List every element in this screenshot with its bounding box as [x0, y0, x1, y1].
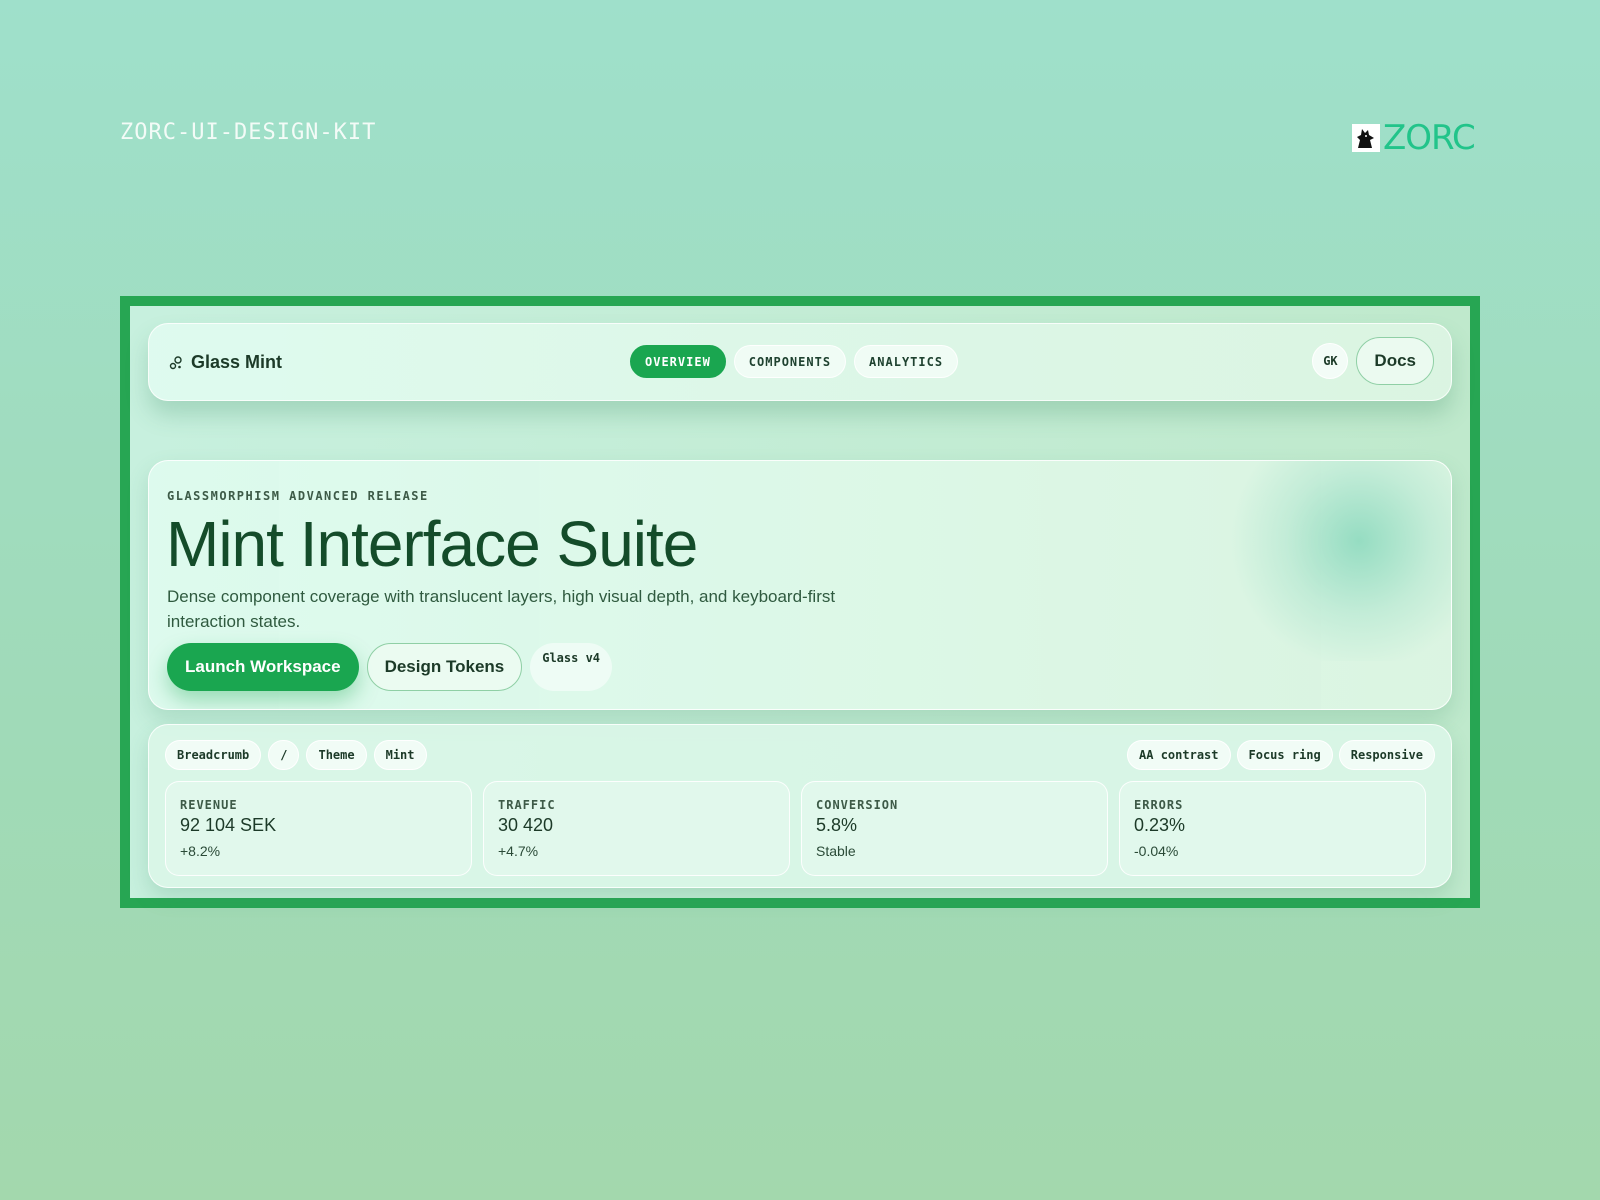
version-chip: Glass v4 — [530, 643, 613, 691]
kit-label: ZORC-UI-DESIGN-KIT — [120, 120, 377, 145]
preview-frame: Glass Mint OVERVIEW COMPONENTS ANALYTICS… — [120, 296, 1480, 908]
design-tokens-button[interactable]: Design Tokens — [366, 643, 523, 691]
stat-delta: +8.2% — [180, 843, 221, 859]
nav-actions: GK Docs — [1312, 337, 1434, 385]
stat-card-revenue: REVENUE 92 104 SEK +8.2% — [165, 781, 472, 876]
tab-analytics[interactable]: ANALYTICS — [854, 345, 959, 378]
badge-responsive: Responsive — [1338, 740, 1435, 770]
stat-label: ERRORS — [1134, 798, 1184, 812]
feature-badges: AA contrast Focus ring Responsive — [1127, 740, 1435, 770]
stat-delta: -0.04% — [1134, 843, 1179, 859]
hero-card: GLASSMORPHISM ADVANCED RELEASE Mint Inte… — [148, 460, 1452, 710]
stat-label: REVENUE — [180, 798, 238, 812]
breadcrumb-current[interactable]: Mint — [373, 740, 427, 770]
stat-card-traffic: TRAFFIC 30 420 +4.7% — [483, 781, 790, 876]
bubbles-icon — [169, 355, 183, 370]
hero-description: Dense component coverage with translucen… — [167, 587, 836, 631]
nav-brand-name: Glass Mint — [191, 352, 283, 372]
tab-components[interactable]: COMPONENTS — [733, 345, 847, 378]
breadcrumb: Breadcrumb / Theme Mint — [165, 740, 427, 770]
page-title: Mint Interface Suite — [166, 508, 698, 580]
stat-value: 0.23% — [1134, 815, 1186, 835]
metrics-panel: Breadcrumb / Theme Mint AA contrast Focu… — [148, 724, 1452, 888]
stat-label: TRAFFIC — [498, 798, 556, 812]
top-navbar: Glass Mint OVERVIEW COMPONENTS ANALYTICS… — [148, 323, 1452, 401]
stat-value: 30 420 — [498, 815, 554, 835]
stat-label: CONVERSION — [816, 798, 899, 812]
stat-card-errors: ERRORS 0.23% -0.04% — [1119, 781, 1426, 876]
stat-value: 5.8% — [816, 815, 858, 835]
breadcrumb-theme[interactable]: Theme — [306, 740, 367, 770]
brand-wordmark: ZORC — [1383, 118, 1476, 158]
nav-tabs: OVERVIEW COMPONENTS ANALYTICS — [630, 345, 959, 378]
stat-value: 92 104 SEK — [180, 815, 277, 835]
stat-cards: REVENUE 92 104 SEK +8.2% TRAFFIC 30 420 … — [165, 781, 1426, 876]
decorative-orb — [1221, 461, 1451, 661]
docs-button[interactable]: Docs — [1356, 337, 1434, 385]
avatar[interactable]: GK — [1312, 343, 1349, 379]
hero-eyebrow: GLASSMORPHISM ADVANCED RELEASE — [167, 489, 429, 503]
nav-brand[interactable]: Glass Mint — [169, 352, 282, 373]
badge-aa-contrast: AA contrast — [1127, 740, 1231, 770]
tab-overview[interactable]: OVERVIEW — [630, 345, 726, 378]
stat-delta: +4.7% — [498, 843, 539, 859]
stat-delta: Stable — [816, 843, 856, 859]
breadcrumb-separator: / — [268, 740, 300, 770]
hero-actions: Launch Workspace Design Tokens Glass v4 — [167, 643, 613, 691]
brand-logo: ZORC — [1352, 118, 1476, 158]
stat-card-conversion: CONVERSION 5.8% Stable — [801, 781, 1108, 876]
breadcrumb-root[interactable]: Breadcrumb — [165, 740, 262, 770]
wolf-icon — [1352, 124, 1380, 152]
launch-workspace-button[interactable]: Launch Workspace — [167, 643, 359, 691]
badge-focus-ring: Focus ring — [1236, 740, 1333, 770]
